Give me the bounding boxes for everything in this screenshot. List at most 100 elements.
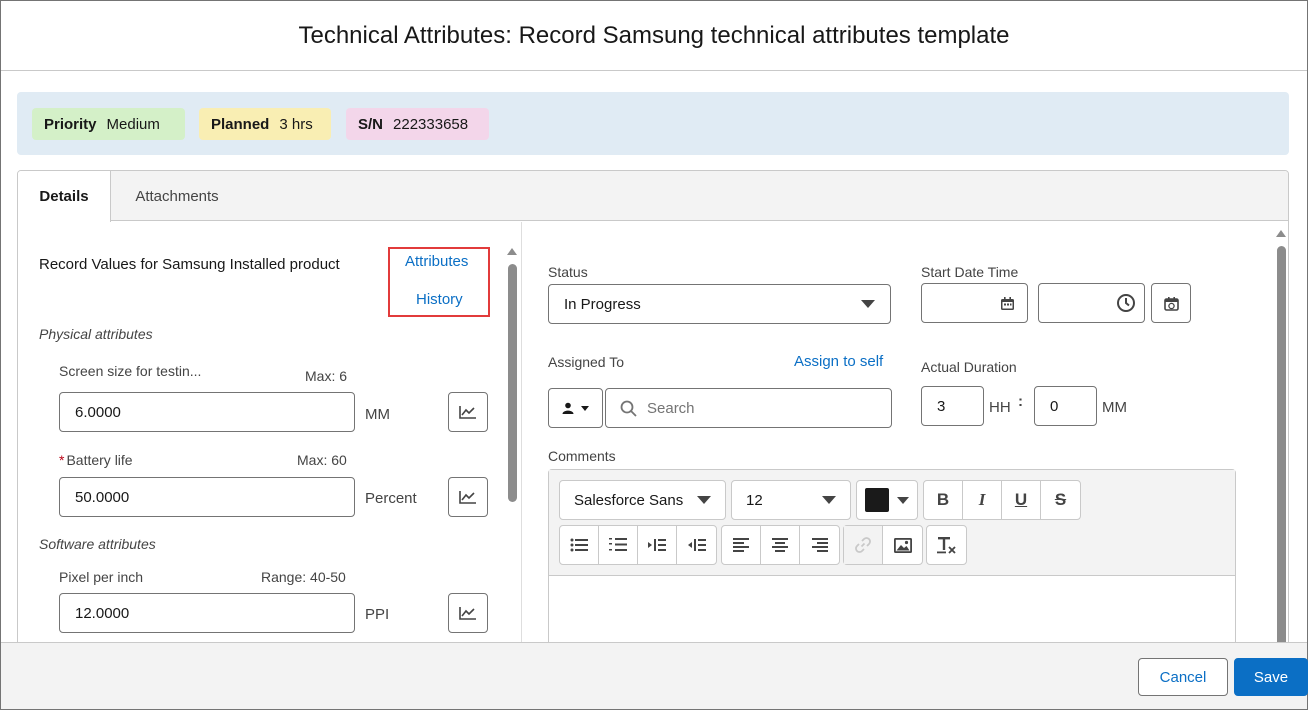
serial-number-label: S/N (358, 115, 384, 133)
battery-life-input[interactable]: 50.0000 (59, 477, 355, 517)
tab-bar: Details Attachments (18, 171, 1288, 222)
left-scrollbar[interactable] (506, 242, 518, 649)
tab-details[interactable]: Details (18, 171, 111, 222)
content-panel: Details Attachments Record Values for Sa… (17, 170, 1289, 650)
screen-size-input[interactable]: 6.0000 (59, 392, 355, 432)
indent-icon (648, 539, 666, 551)
minutes-unit: MM (1102, 399, 1127, 416)
start-date-input[interactable] (921, 283, 1028, 323)
align-center-icon (772, 538, 788, 552)
modal-header: Technical Attributes: Record Samsung tec… (1, 1, 1307, 71)
link-icon (855, 537, 871, 553)
duration-hours-input[interactable]: 3 (921, 386, 984, 426)
priority-label: Priority (44, 115, 97, 133)
font-size-value: 12 (746, 491, 763, 509)
line-chart-icon (459, 607, 476, 620)
insert-link-button[interactable] (844, 526, 883, 564)
status-value: In Progress (564, 295, 641, 313)
outdent-icon (687, 539, 706, 551)
calendar-icon (1001, 296, 1014, 310)
numbered-list-icon (609, 538, 627, 551)
align-right-icon (811, 538, 828, 552)
pixel-per-inch-input[interactable]: 12.0000 (59, 593, 355, 633)
time-separator: : (1018, 393, 1023, 410)
field-label-battery-life: * Battery life (59, 452, 133, 468)
user-icon (562, 402, 574, 414)
status-label: Status (548, 264, 588, 280)
right-scroll-thumb[interactable] (1277, 246, 1286, 649)
tab-attachments[interactable]: Attachments (111, 171, 243, 221)
scroll-up-icon[interactable] (1276, 230, 1286, 237)
screen-size-unit: MM (365, 406, 390, 423)
pixel-per-inch-chart-button[interactable] (448, 593, 488, 633)
chevron-down-icon (822, 496, 836, 504)
numbered-list-button[interactable] (599, 526, 638, 564)
clear-formatting-button[interactable] (927, 526, 966, 564)
text-color-picker[interactable] (856, 480, 918, 520)
align-right-button[interactable] (800, 526, 839, 564)
line-chart-icon (459, 406, 476, 419)
chevron-down-icon (897, 496, 909, 504)
field-limit-screen-size: Max: 6 (305, 368, 348, 384)
left-scroll-thumb[interactable] (508, 264, 517, 502)
assign-to-self-link[interactable]: Assign to self (794, 353, 883, 370)
section-title-software: Software attributes (39, 536, 156, 552)
serial-number-badge: S/N 222333658 (346, 108, 489, 140)
attributes-link[interactable]: Attributes (405, 253, 468, 270)
text-style-group: B I U S (923, 480, 1081, 520)
list-indent-group (559, 525, 717, 565)
planned-label: Planned (211, 115, 270, 133)
cancel-button[interactable]: Cancel (1138, 658, 1228, 696)
duration-minutes-input[interactable]: 0 (1034, 386, 1097, 426)
comments-label: Comments (548, 448, 616, 464)
chevron-down-icon (697, 496, 711, 504)
indent-button[interactable] (638, 526, 677, 564)
insert-image-button[interactable] (883, 526, 922, 564)
right-scrollbar[interactable] (1275, 226, 1287, 649)
attributes-column: Record Values for Samsung Installed prod… (18, 222, 521, 649)
font-family-value: Salesforce Sans (574, 491, 684, 509)
text-color-swatch (865, 488, 889, 512)
battery-life-chart-button[interactable] (448, 477, 488, 517)
scroll-up-icon[interactable] (507, 248, 517, 255)
required-marker: * (59, 452, 65, 468)
save-button[interactable]: Save (1234, 658, 1308, 696)
font-family-select[interactable]: Salesforce Sans (559, 480, 726, 520)
font-size-select[interactable]: 12 (731, 480, 851, 520)
image-icon (893, 537, 912, 553)
italic-button[interactable]: I (963, 481, 1002, 519)
bold-button[interactable]: B (924, 481, 963, 519)
bullet-list-icon (570, 538, 588, 552)
bulleted-list-button[interactable] (560, 526, 599, 564)
section-title-physical: Physical attributes (39, 326, 153, 342)
record-values-heading: Record Values for Samsung Installed prod… (39, 256, 340, 273)
assignee-type-dropdown[interactable] (548, 388, 603, 428)
strikethrough-button[interactable]: S (1041, 481, 1080, 519)
clock-icon (1117, 294, 1135, 312)
start-time-input[interactable] (1038, 283, 1145, 323)
editor-toolbar: Salesforce Sans 12 B I U S (549, 470, 1235, 576)
comments-editor: Salesforce Sans 12 B I U S (548, 469, 1236, 649)
hours-unit: HH (989, 399, 1011, 416)
outdent-button[interactable] (677, 526, 716, 564)
work-details-column: Status In Progress Start Date Time Assig… (522, 222, 1288, 649)
align-center-button[interactable] (761, 526, 800, 564)
history-link[interactable]: History (416, 291, 463, 308)
insert-group (843, 525, 923, 565)
search-placeholder: Search (647, 399, 695, 417)
underline-button[interactable]: U (1002, 481, 1041, 519)
screen-size-chart-button[interactable] (448, 392, 488, 432)
assignee-search-input[interactable]: Search (605, 388, 892, 428)
field-limit-battery-life: Max: 60 (297, 452, 347, 468)
now-datetime-button[interactable] (1151, 283, 1191, 323)
line-chart-icon (459, 491, 476, 504)
battery-life-unit: Percent (365, 490, 417, 507)
start-date-time-label: Start Date Time (921, 264, 1019, 280)
align-left-icon (733, 538, 749, 552)
status-select[interactable]: In Progress (548, 284, 891, 324)
actual-duration-label: Actual Duration (921, 359, 1017, 375)
assigned-to-label: Assigned To (548, 354, 625, 370)
search-icon (620, 400, 637, 417)
field-limit-pixel-per-inch: Range: 40-50 (261, 569, 346, 585)
align-left-button[interactable] (722, 526, 761, 564)
